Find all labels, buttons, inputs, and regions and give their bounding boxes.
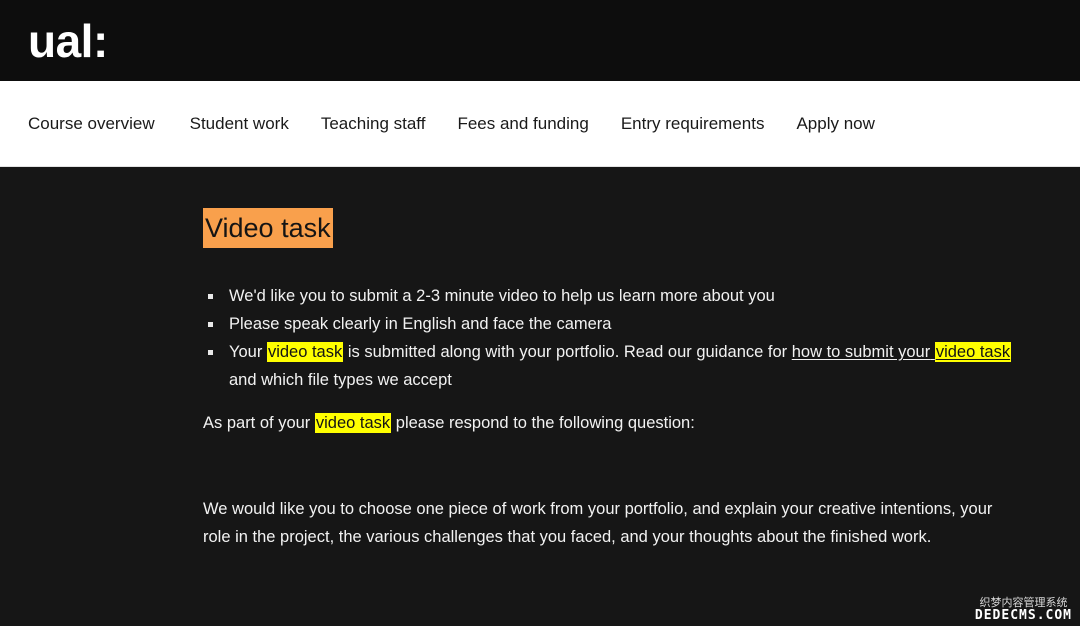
question-intro-before: As part of your <box>203 414 315 433</box>
content-column: Video task We'd like you to submit a 2-3… <box>0 167 1080 546</box>
highlighted-term: video task <box>314 413 392 434</box>
nav-item-teaching-staff[interactable]: Teaching staff <box>321 115 426 132</box>
highlighted-term: video task <box>934 342 1012 363</box>
link-text: how to submit your <box>791 343 931 362</box>
question-body-paragraph: We would like you to choose one piece of… <box>203 500 993 547</box>
list-item: We'd like you to submit a 2-3 minute vid… <box>203 282 1020 310</box>
watermark-chinese-text: 织梦内容管理系统 <box>979 596 1068 609</box>
list-item-text: is submitted along with your portfolio. … <box>343 343 792 362</box>
nav-item-apply-now[interactable]: Apply now <box>796 115 874 132</box>
ual-logo[interactable]: ual: <box>28 18 108 64</box>
nav-item-fees-and-funding[interactable]: Fees and funding <box>457 115 588 132</box>
page-title: Video task <box>203 208 333 249</box>
how-to-submit-link[interactable]: how to submit your video task <box>791 342 1012 363</box>
list-item-text: We'd like you to submit a 2-3 minute vid… <box>229 287 775 306</box>
main-content: Video task We'd like you to submit a 2-3… <box>0 167 1080 626</box>
list-item-text: Please speak clearly in English and face… <box>229 315 612 334</box>
video-task-requirements-list: We'd like you to submit a 2-3 minute vid… <box>203 282 1020 394</box>
dedecms-watermark: 织梦内容管理系统 DEDECMS.COM <box>975 597 1072 622</box>
site-header: ual: <box>0 0 1080 81</box>
question-intro-paragraph: As part of your video task please respon… <box>203 409 1020 437</box>
nav-item-course-overview[interactable]: Course overview <box>28 115 155 132</box>
nav-item-entry-requirements[interactable]: Entry requirements <box>621 115 765 132</box>
list-item-text: and which file types we accept <box>229 371 452 390</box>
list-item: Please speak clearly in English and face… <box>203 310 1020 338</box>
course-navigation: Course overview Student work Teaching st… <box>0 81 1080 167</box>
watermark-latin-text: DEDECMS.COM <box>974 608 1072 623</box>
highlighted-term: video task <box>266 342 344 363</box>
nav-item-student-work[interactable]: Student work <box>190 115 289 132</box>
list-item-text: Your <box>229 343 267 362</box>
list-item: Your video task is submitted along with … <box>203 338 1020 394</box>
question-intro-after: please respond to the following question… <box>391 414 695 433</box>
